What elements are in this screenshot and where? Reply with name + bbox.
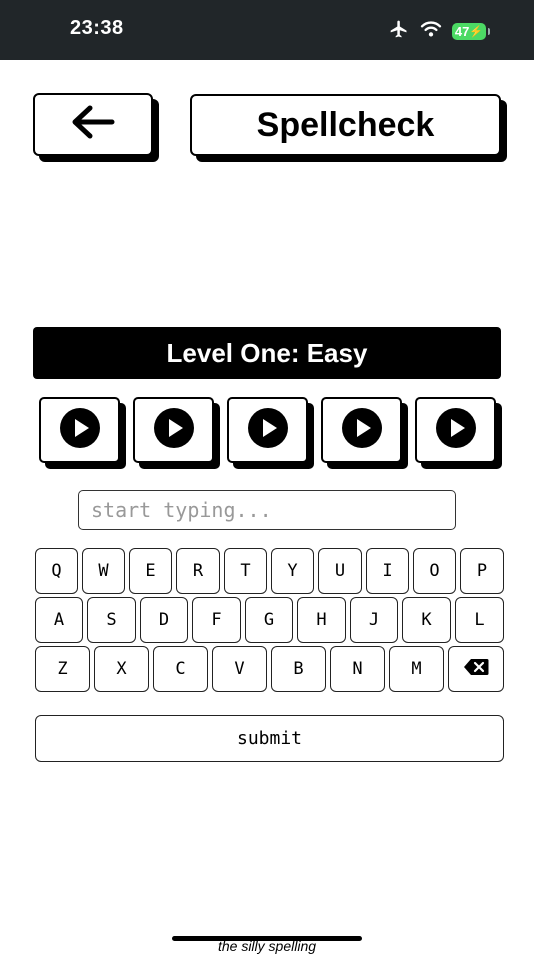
key-v[interactable]: V	[212, 646, 267, 692]
level-label: Level One: Easy	[33, 327, 501, 379]
key-d[interactable]: D	[140, 597, 188, 643]
arrow-left-icon	[70, 105, 116, 144]
key-l[interactable]: L	[455, 597, 504, 643]
key-j[interactable]: J	[350, 597, 398, 643]
status-bar: 23:38 47 ⚡	[0, 0, 534, 60]
status-icons: 47 ⚡	[388, 19, 490, 44]
key-w[interactable]: W	[82, 548, 125, 594]
key-f[interactable]: F	[192, 597, 241, 643]
key-p[interactable]: P	[460, 548, 504, 594]
backspace-key[interactable]	[448, 646, 504, 692]
key-u[interactable]: U	[318, 548, 362, 594]
key-h[interactable]: H	[297, 597, 346, 643]
play-icon	[341, 407, 382, 453]
wifi-icon	[420, 20, 442, 43]
key-y[interactable]: Y	[271, 548, 314, 594]
play-icon	[153, 407, 194, 453]
key-a[interactable]: A	[35, 597, 83, 643]
play-icon	[59, 407, 100, 453]
key-c[interactable]: C	[153, 646, 208, 692]
play-button-1[interactable]	[39, 397, 120, 463]
battery-level: 47	[454, 24, 470, 39]
play-button-5[interactable]	[415, 397, 496, 463]
back-button[interactable]	[33, 93, 153, 156]
key-g[interactable]: G	[245, 597, 293, 643]
play-button-3[interactable]	[227, 397, 308, 463]
play-icon	[247, 407, 288, 453]
backspace-icon	[463, 658, 489, 681]
key-n[interactable]: N	[330, 646, 385, 692]
home-indicator	[172, 936, 362, 941]
key-q[interactable]: Q	[35, 548, 78, 594]
battery-icon: 47 ⚡	[452, 23, 490, 40]
key-s[interactable]: S	[87, 597, 136, 643]
key-e[interactable]: E	[129, 548, 172, 594]
key-i[interactable]: I	[366, 548, 409, 594]
key-r[interactable]: R	[176, 548, 220, 594]
play-button-2[interactable]	[133, 397, 214, 463]
status-time: 23:38	[70, 17, 124, 39]
key-t[interactable]: T	[224, 548, 267, 594]
play-button-4[interactable]	[321, 397, 402, 463]
play-icon	[435, 407, 476, 453]
page-title: Spellcheck	[190, 94, 501, 156]
key-k[interactable]: K	[402, 597, 451, 643]
key-b[interactable]: B	[271, 646, 326, 692]
spelling-input[interactable]	[78, 490, 456, 530]
submit-button[interactable]: submit	[35, 715, 504, 762]
key-o[interactable]: O	[413, 548, 456, 594]
key-z[interactable]: Z	[35, 646, 90, 692]
key-m[interactable]: M	[389, 646, 444, 692]
key-x[interactable]: X	[94, 646, 149, 692]
airplane-icon	[388, 19, 410, 44]
